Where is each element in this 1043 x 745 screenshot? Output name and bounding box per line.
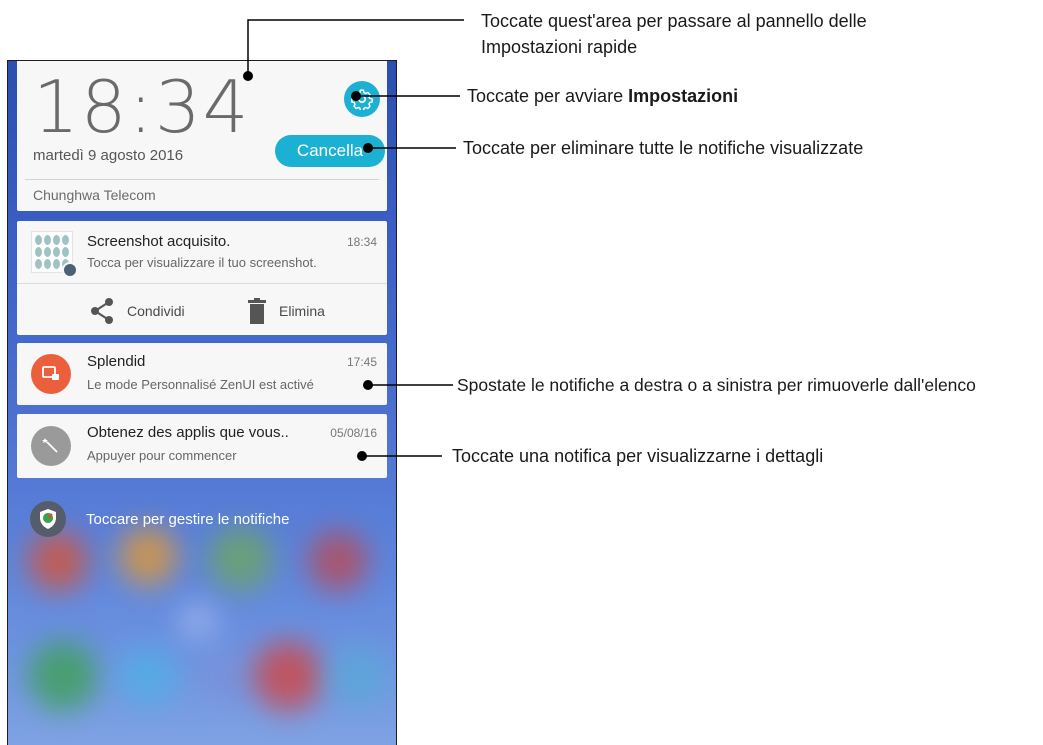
wallpaper-blur [118,646,178,706]
callout-clear: Toccate per eliminare tutte le notifiche… [463,138,864,158]
manage-notifications-label: Toccare per gestire le notifiche [86,510,290,528]
quick-settings-header[interactable]: 18:34 martedì 9 agosto 2016 Cancella Chu… [17,61,387,211]
callout-dot [363,143,373,153]
notification-title: Screenshot acquisito. [87,233,231,250]
splendid-icon [31,354,71,394]
phone-screen: 18:34 martedì 9 agosto 2016 Cancella Chu… [7,60,397,745]
notification-time: 17:45 [346,355,377,369]
callout-quick-settings: Toccate quest'area per passare al pannel… [481,11,867,57]
screenshot-badge-icon [62,262,78,278]
notification-title: Splendid [87,353,146,370]
delete-label: Elimina [279,303,325,319]
wallpaper-blur [253,641,323,711]
wallpaper-blur [308,531,368,591]
notification-apps[interactable]: Obtenez des applis que vous.. 05/08/16 A… [17,414,387,478]
callout-swipe: Spostate le notifiche a destra o a sinis… [457,375,976,395]
notification-time: 18:34 [346,235,377,249]
settings-button[interactable] [344,81,380,117]
clock: 18:34 [33,65,251,149]
shield-icon [30,501,66,537]
notification-text: Appuyer pour commencer [87,448,237,463]
notification-screenshot[interactable]: Screenshot acquisito. 18:34 Tocca per vi… [17,221,387,335]
share-icon [91,298,113,324]
trash-icon [248,298,266,324]
share-label: Condividi [127,303,185,319]
share-button[interactable]: Condividi [89,293,185,329]
notification-title: Obtenez des applis que vous.. [87,424,289,441]
notification-time: 05/08/16 [330,426,377,440]
callout-settings: Toccate per avviare Impostazioni [467,86,739,106]
callout-dot [357,451,367,461]
divider [25,179,379,180]
wallpaper-blur [178,601,218,641]
carrier-label: Chunghwa Telecom [33,187,156,203]
magic-wand-icon [31,426,71,466]
wallpaper-blur [28,641,98,711]
callout-details: Toccate una notifica per visualizzarne i… [452,446,824,466]
callout-dot [243,71,253,81]
manage-notifications-button[interactable]: Toccare per gestire le notifiche [30,501,289,537]
wallpaper-blur [203,651,253,701]
notification-text: Le mode Personnalisé ZenUI est activé [87,377,314,392]
date-label: martedì 9 agosto 2016 [33,147,184,164]
callout-dot [363,380,373,390]
notification-text: Tocca per visualizzare il tuo screenshot… [87,255,317,270]
callout-dot [351,91,361,101]
notification-splendid[interactable]: Splendid 17:45 Le mode Personnalisé ZenU… [17,343,387,405]
delete-button[interactable]: Elimina [247,293,325,329]
divider [17,283,387,284]
wallpaper-blur [328,646,388,706]
wallpaper-blur [28,531,88,591]
